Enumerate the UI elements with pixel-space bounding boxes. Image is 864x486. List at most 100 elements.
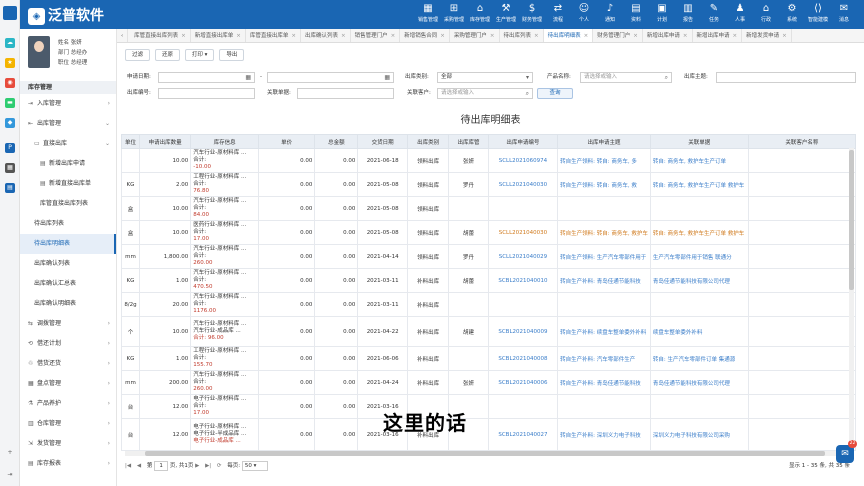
- column-header[interactable]: 申请出库数量: [138, 134, 192, 149]
- out-type-select[interactable]: 全部 ▾: [437, 72, 533, 83]
- add-icon[interactable]: +: [5, 448, 15, 458]
- notebook-icon[interactable]: ▤: [5, 183, 15, 193]
- table-row[interactable]: KG 2.00 工程行业-原材料库 ... 合计: 76.80 0.00 0.00 2021-…: [121, 172, 856, 197]
- topnav-item[interactable]: ✎ 任务: [702, 2, 726, 23]
- close-icon[interactable]: ×: [291, 33, 296, 39]
- column-header[interactable]: 单位: [121, 134, 140, 149]
- apply-date-start-input[interactable]: ▦: [158, 72, 255, 83]
- tab[interactable]: 财务管理门户 ×: [593, 29, 643, 42]
- close-icon[interactable]: ×: [782, 33, 787, 39]
- print-button[interactable]: 打印 ▾: [184, 49, 215, 61]
- tab[interactable]: 出库确认列表 ×: [301, 29, 351, 42]
- related-customer-input[interactable]: 请选择或输入 ⌕: [437, 88, 533, 99]
- topnav-item[interactable]: ♟ 人事: [728, 2, 752, 23]
- sidebar-item[interactable]: 库管直接出库列表: [20, 194, 116, 214]
- prev-page-icon[interactable]: ◀: [137, 459, 141, 473]
- sidebar-item[interactable]: ▥ 仓库管理 ›: [20, 414, 116, 434]
- apply-date-end-input[interactable]: ▦: [267, 72, 394, 83]
- topnav-item[interactable]: ⊞ 采购管理: [442, 2, 466, 23]
- close-icon[interactable]: ×: [683, 33, 688, 39]
- close-icon[interactable]: ×: [341, 33, 346, 39]
- tab[interactable]: 待出库列表 ×: [500, 29, 544, 42]
- column-header[interactable]: 库存信息: [190, 134, 259, 149]
- search-button[interactable]: 查询: [537, 88, 573, 99]
- tab[interactable]: 采购管理门户 ×: [450, 29, 500, 42]
- column-header[interactable]: 出库申请主题: [557, 134, 651, 149]
- qq-icon[interactable]: ◆: [5, 118, 15, 128]
- sidebar-item[interactable]: 出库确认明细表: [20, 294, 116, 314]
- topnav-item[interactable]: ♪ 通知: [598, 2, 622, 23]
- per-page-select[interactable]: 50 ▾: [241, 460, 268, 471]
- vertical-scrollbar[interactable]: [849, 148, 854, 453]
- topnav-item[interactable]: ⌂ 行政: [754, 2, 778, 23]
- related-doc-input[interactable]: [297, 88, 394, 99]
- table-row[interactable]: KG 1.00 汽车行业-原材料库 ... 合计: 470.50 0.00 0.00 2021…: [121, 268, 856, 293]
- column-header[interactable]: 总金额: [314, 134, 359, 149]
- close-icon[interactable]: ×: [490, 33, 495, 39]
- close-icon[interactable]: ×: [181, 33, 186, 39]
- restore-button[interactable]: 还原: [154, 49, 180, 61]
- table-row[interactable]: mm 1,800.00 汽车行业-原材料库 ... 合计: 260.00 0.00 0.00…: [121, 244, 856, 269]
- table-row[interactable]: 10.00 汽车行业-原材料库 ... 合计: -10.00 0.00 0.00 2021-…: [121, 148, 856, 173]
- calendar-icon[interactable]: ▦: [384, 73, 390, 82]
- sidebar-item[interactable]: ⇥ 入库管理 ›: [20, 94, 116, 114]
- table-row[interactable]: KG 1.00 工程行业-原材料库 ... 合计: 155.70 0.00 0.00 2021…: [121, 346, 856, 371]
- sidebar-item[interactable]: ▤ 新增直接出库单: [20, 174, 116, 194]
- horizontal-scrollbar[interactable]: [125, 451, 849, 456]
- sidebar-item[interactable]: ▤ 新增出库申请: [20, 154, 116, 174]
- refresh-icon[interactable]: ⟳: [217, 459, 222, 473]
- column-header[interactable]: 关联客户名称: [747, 134, 856, 149]
- sidebar-item[interactable]: 待出库列表: [20, 214, 116, 234]
- tab[interactable]: 新增出库申请 ×: [643, 29, 693, 42]
- out-theme-input[interactable]: [716, 72, 856, 83]
- calendar-icon[interactable]: ▦: [245, 73, 251, 82]
- tab[interactable]: 新增出库申请 ×: [693, 29, 743, 42]
- topnav-item[interactable]: ⇄ 流程: [546, 2, 570, 23]
- topnav-item[interactable]: ▤ 资料: [624, 2, 648, 23]
- next-page-icon[interactable]: ▶: [195, 459, 199, 473]
- tab[interactable]: 待出库明细表 ×: [543, 29, 594, 42]
- sidebar-item[interactable]: 待出库明细表: [20, 234, 116, 254]
- p-icon[interactable]: P: [5, 143, 15, 153]
- topnav-item[interactable]: ⚒ 生产管理: [494, 2, 518, 23]
- topnav-item[interactable]: ⟨⟩ 智能建模: [806, 2, 830, 23]
- page-number-input[interactable]: 1: [154, 460, 169, 471]
- sidebar-item[interactable]: ⇆ 调拨管理 ›: [20, 314, 116, 334]
- sidebar-item[interactable]: 出库确认汇总表: [20, 274, 116, 294]
- avatar[interactable]: [28, 36, 50, 68]
- topnav-item[interactable]: ⚙ 系统: [780, 2, 804, 23]
- topnav-item[interactable]: $ 财务管理: [520, 2, 544, 23]
- chat-green-icon[interactable]: ▬: [5, 98, 15, 108]
- sidebar-item[interactable]: ♲ 借货还货 ›: [20, 354, 116, 374]
- sidebar-item[interactable]: ⚗ 产品养护 ›: [20, 394, 116, 414]
- sidebar-item[interactable]: ⇤ 出库管理 ⌄: [20, 114, 116, 134]
- sidebar-item[interactable]: 出库确认列表: [20, 254, 116, 274]
- table-row[interactable]: 盒 10.00 汽车行业-原材料库 ... 合计: 84.00 0.00 0.00 2021-…: [121, 196, 856, 221]
- weibo-icon[interactable]: ◉: [5, 78, 15, 88]
- close-icon[interactable]: ×: [236, 33, 241, 39]
- app-grid-icon[interactable]: ▦: [5, 163, 15, 173]
- topnav-item[interactable]: ▥ 报告: [676, 2, 700, 23]
- topnav-item[interactable]: ✉ 消息: [832, 2, 856, 23]
- close-icon[interactable]: ×: [534, 33, 539, 39]
- topnav-item[interactable]: ☺ 个人: [572, 2, 596, 23]
- table-row[interactable]: 个 10.00 汽车行业-原材料库 ... 汽车行业-成品库 ... 合计: 96.00…: [121, 316, 856, 347]
- search-icon[interactable]: ⌕: [526, 89, 529, 98]
- sidebar-item[interactable]: ▭ 直接出库 ⌄: [20, 134, 116, 154]
- sidebar-item[interactable]: ▤ 库存报表 ›: [20, 454, 116, 474]
- column-header[interactable]: 关联单据: [649, 134, 749, 149]
- filter-button[interactable]: 过滤: [125, 49, 151, 61]
- arrow-icon[interactable]: ⇥: [5, 470, 15, 480]
- table-row[interactable]: 台 12.00 电子行业-原材料库 ... 合计: 17.00 0.00 0.00 2021-…: [121, 394, 856, 419]
- tab[interactable]: 销售管理门户 ×: [351, 29, 401, 42]
- sidebar-item[interactable]: ⇲ 发货管理 ›: [20, 434, 116, 454]
- column-header[interactable]: 出库库管: [448, 134, 489, 149]
- out-no-input[interactable]: [158, 88, 255, 99]
- tab[interactable]: 新增发货申请 ×: [742, 29, 792, 42]
- column-header[interactable]: 单价: [257, 134, 316, 149]
- table-row[interactable]: 8/2g 20.00 汽车行业-原材料库 ... 合计: 1176.00 0.00 0.00…: [121, 292, 856, 317]
- tab[interactable]: 新增直接出库单 ×: [191, 29, 246, 42]
- tab-prev-arrow[interactable]: ‹: [117, 29, 129, 42]
- brand[interactable]: ◈ 泛普软件: [28, 5, 104, 25]
- tab[interactable]: 库管直接出库单 ×: [246, 29, 301, 42]
